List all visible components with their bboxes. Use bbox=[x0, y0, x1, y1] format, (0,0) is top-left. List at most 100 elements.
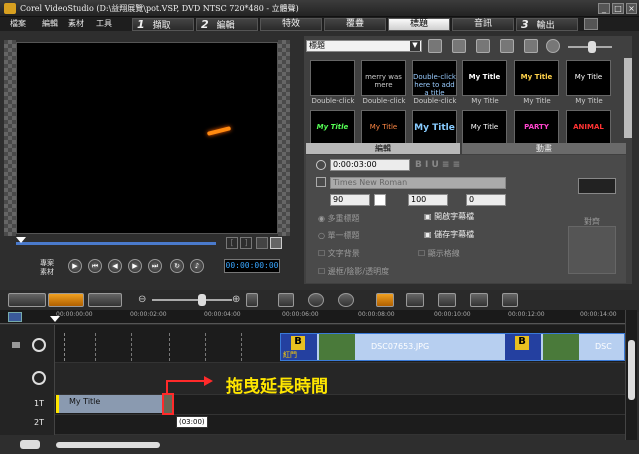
next-frame-icon[interactable]: ▶ bbox=[128, 259, 142, 273]
scrub-handle[interactable] bbox=[16, 237, 26, 243]
title-thumb[interactable]: My Title bbox=[412, 110, 457, 146]
enlarge-icon[interactable] bbox=[270, 237, 282, 249]
tab-share[interactable]: 3 輸出 bbox=[516, 18, 578, 31]
storyboard-view-button[interactable] bbox=[8, 293, 46, 307]
undo-icon[interactable] bbox=[308, 293, 324, 307]
help-icon[interactable] bbox=[584, 18, 598, 30]
save-title-file-button[interactable]: ▣ 儲存字幕檔 bbox=[424, 229, 474, 240]
title-thumb[interactable]: ANIMAL bbox=[566, 110, 611, 146]
font-size-field[interactable]: 90 bbox=[330, 194, 370, 206]
title-thumb[interactable]: My Title bbox=[361, 110, 406, 146]
tab-overlay[interactable]: 覆疊 bbox=[324, 18, 386, 31]
text-bg-checkbox[interactable]: ☐ 文字背景 bbox=[318, 248, 360, 259]
menu-edit[interactable]: 編輯 bbox=[42, 18, 58, 29]
track-link-icon[interactable] bbox=[12, 342, 20, 348]
add-media-icon[interactable] bbox=[452, 39, 466, 53]
border-shadow-button[interactable]: ☐ 邊框/陰影/透明度 bbox=[318, 266, 389, 277]
title-thumb[interactable]: My Title bbox=[462, 110, 507, 146]
multi-title-radio[interactable]: ◉ 多重標題 bbox=[318, 213, 360, 224]
chapter-icon[interactable] bbox=[438, 293, 456, 307]
ruler-tick: 00:00:00:00 bbox=[56, 311, 93, 318]
track-toggle-icon[interactable] bbox=[8, 312, 22, 322]
timeline-view-button[interactable] bbox=[48, 293, 84, 307]
drag-handle[interactable] bbox=[162, 393, 174, 415]
close-button[interactable]: × bbox=[626, 3, 637, 14]
smart-render-icon[interactable] bbox=[376, 293, 394, 307]
bg-color-picker[interactable] bbox=[578, 178, 616, 194]
line-spacing-field[interactable]: 100 bbox=[408, 194, 448, 206]
title-thumb[interactable]: PARTY bbox=[514, 110, 559, 146]
library-scrollbar[interactable] bbox=[624, 58, 632, 138]
zoom-in-icon[interactable]: ⊕ bbox=[232, 294, 240, 305]
timecode-display[interactable]: 00:00:00:00 bbox=[224, 259, 280, 273]
font-select[interactable]: Times New Roman bbox=[330, 177, 506, 189]
menu-clip[interactable]: 素材 bbox=[68, 18, 84, 29]
scrubber[interactable] bbox=[16, 237, 278, 247]
title-track-2[interactable] bbox=[0, 415, 625, 435]
tab-effect[interactable]: 特效 bbox=[260, 18, 322, 31]
expand-icon[interactable] bbox=[546, 39, 560, 53]
duration-field[interactable]: 0:00:03:00 bbox=[330, 159, 410, 171]
title-thumb[interactable]: My Title bbox=[566, 60, 611, 96]
scroll-thumb[interactable] bbox=[20, 440, 40, 449]
tab-capture[interactable]: 1 擷取 bbox=[132, 18, 194, 31]
track-manager-icon[interactable] bbox=[406, 293, 424, 307]
tab-audio[interactable]: 音訊 bbox=[452, 18, 514, 31]
repeat-icon[interactable]: ↻ bbox=[170, 259, 184, 273]
title-clip[interactable]: My Title bbox=[56, 395, 164, 413]
audio-view-button[interactable] bbox=[88, 293, 122, 307]
thumb-label: Double-click bbox=[311, 97, 355, 105]
volume-icon[interactable]: ♪ bbox=[190, 259, 204, 273]
end-icon[interactable]: ⏭ bbox=[148, 259, 162, 273]
align-grid[interactable] bbox=[568, 226, 616, 274]
vscroll-thumb[interactable] bbox=[628, 340, 635, 400]
minimize-button[interactable]: _ bbox=[598, 3, 610, 14]
timeline-hscroll[interactable] bbox=[56, 442, 160, 448]
tab-title[interactable]: 標題 bbox=[388, 18, 450, 31]
delete-icon[interactable] bbox=[524, 39, 538, 53]
tab-animation[interactable]: 動畫 bbox=[462, 143, 626, 154]
zoom-out-icon[interactable]: ⊖ bbox=[138, 294, 146, 305]
text-style-icons[interactable]: B I U ≡ ≡ bbox=[415, 160, 475, 170]
color-swatch[interactable] bbox=[374, 194, 386, 206]
title-thumb[interactable]: My Title bbox=[462, 60, 507, 96]
title-thumb[interactable]: merry was mere bbox=[361, 60, 406, 96]
trim-end-icon[interactable]: ] bbox=[240, 237, 252, 249]
home-icon[interactable]: ⏮ bbox=[88, 259, 102, 273]
fit-project-icon[interactable] bbox=[246, 293, 258, 307]
menu-tools[interactable]: 工具 bbox=[96, 18, 112, 29]
grid-view-icon[interactable] bbox=[476, 39, 490, 53]
mode-clip[interactable]: 素材 bbox=[40, 267, 54, 277]
menu-file[interactable]: 檔案 bbox=[10, 18, 26, 29]
maximize-button[interactable]: □ bbox=[612, 3, 624, 14]
title-thumb[interactable]: My Title bbox=[514, 60, 559, 96]
tab-edit-step[interactable]: 2 編輯 bbox=[196, 18, 258, 31]
sort-icon[interactable] bbox=[500, 39, 514, 53]
redo-icon[interactable] bbox=[338, 293, 354, 307]
zoom-handle[interactable] bbox=[198, 294, 206, 306]
thumb-size-handle[interactable] bbox=[588, 41, 596, 53]
title-thumb[interactable]: Double-click here to add a title bbox=[412, 60, 457, 96]
single-title-radio[interactable]: ○ 單一標題 bbox=[318, 230, 360, 241]
tab-edit[interactable]: 編輯 bbox=[306, 143, 460, 154]
mix-icon[interactable] bbox=[470, 293, 488, 307]
timeline-vscroll[interactable] bbox=[625, 310, 637, 440]
zoom-slider[interactable] bbox=[152, 299, 232, 301]
chevron-down-icon[interactable]: ▼ bbox=[410, 41, 420, 51]
insert-media-icon[interactable] bbox=[278, 293, 294, 307]
record-icon[interactable] bbox=[502, 293, 518, 307]
annotation-arrow-stem bbox=[166, 380, 168, 394]
split-icon[interactable] bbox=[256, 237, 268, 249]
category-select[interactable]: 標題 bbox=[306, 40, 422, 52]
play-icon[interactable]: ▶ bbox=[68, 259, 82, 273]
folder-icon[interactable] bbox=[428, 39, 442, 53]
open-title-file-button[interactable]: ▣ 開啟字幕檔 bbox=[424, 211, 474, 222]
safe-area-checkbox[interactable]: ☐ 顯示格線 bbox=[418, 248, 460, 259]
video-clip[interactable]: B 紅門 DSC07653.JPG B DSC bbox=[280, 333, 625, 361]
trim-start-icon[interactable]: [ bbox=[226, 237, 238, 249]
title-thumb[interactable] bbox=[310, 60, 355, 96]
title-thumb[interactable]: My Title bbox=[310, 110, 355, 146]
annotation-text: 拖曳延長時間 bbox=[226, 377, 328, 397]
angle-field[interactable]: 0 bbox=[466, 194, 506, 206]
prev-frame-icon[interactable]: ◀ bbox=[108, 259, 122, 273]
